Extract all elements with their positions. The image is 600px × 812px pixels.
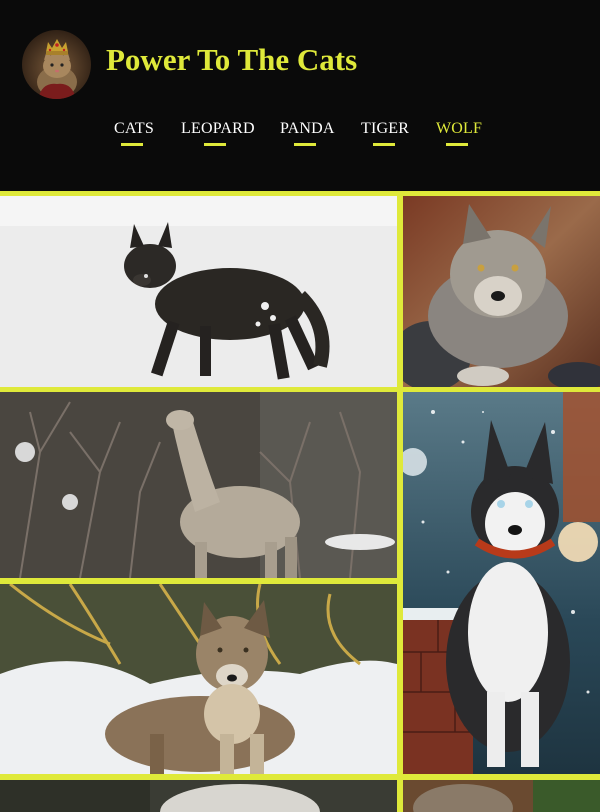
gallery-image-black-wolf[interactable]	[0, 196, 397, 387]
nav-underline-leopard	[204, 143, 226, 146]
site-header: Power To The Cats CATS LEOPARD PANDA TIG…	[0, 0, 600, 191]
main-nav: CATS LEOPARD PANDA TIGER WOLF	[0, 120, 600, 150]
nav-underline-cats	[121, 143, 143, 146]
crowned-cat-logo-icon[interactable]	[22, 30, 91, 99]
nav-item-leopard[interactable]: LEOPARD	[181, 120, 255, 138]
gallery-image-husky[interactable]	[403, 392, 600, 774]
nav-item-panda[interactable]: PANDA	[280, 120, 335, 138]
gallery-image-grey-wolf-snow[interactable]	[0, 584, 397, 774]
gallery-image-wolf-partial-right[interactable]	[403, 780, 600, 812]
nav-underline-tiger	[373, 143, 395, 146]
gallery-image-grey-wolf-portrait[interactable]	[403, 196, 600, 387]
image-gallery	[0, 191, 600, 812]
nav-underline-panda	[294, 143, 316, 146]
nav-item-tiger[interactable]: TIGER	[361, 120, 409, 138]
gallery-image-wolf-partial-left[interactable]	[0, 780, 397, 812]
nav-item-cats[interactable]: CATS	[114, 120, 154, 138]
nav-underline-wolf	[446, 143, 468, 146]
nav-item-wolf[interactable]: WOLF	[436, 120, 482, 138]
site-title[interactable]: Power To The Cats	[106, 42, 357, 78]
gallery-image-howling-wolf[interactable]	[0, 392, 397, 578]
